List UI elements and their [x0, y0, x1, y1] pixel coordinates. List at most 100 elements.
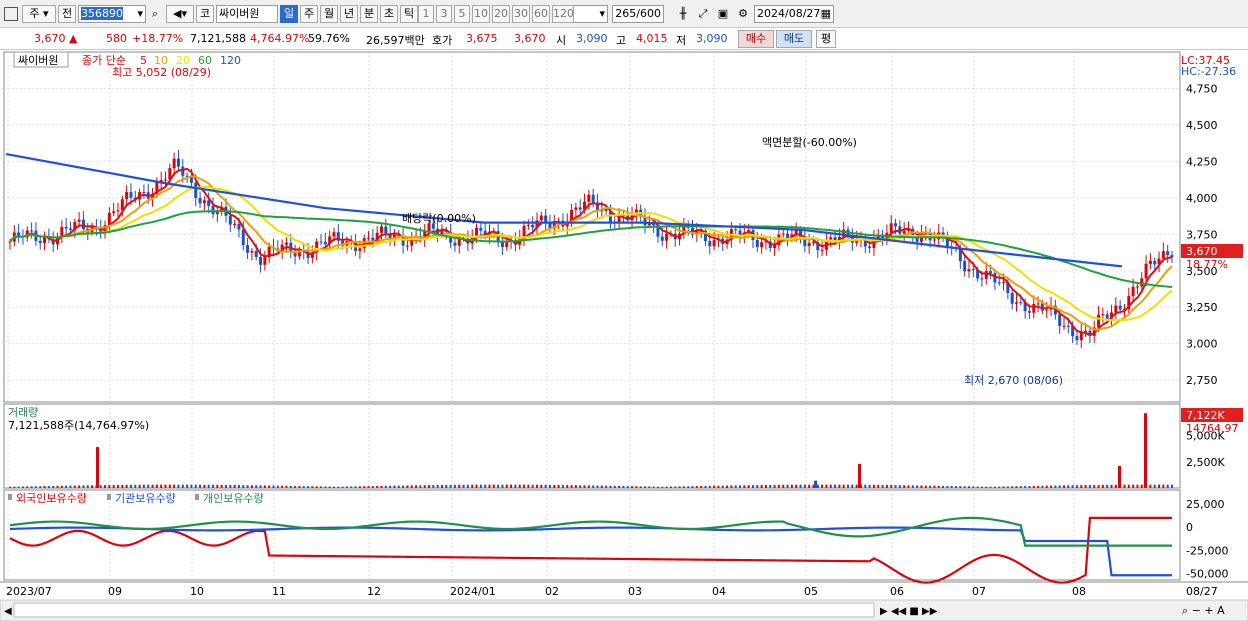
volume-bar	[803, 484, 806, 488]
volume-bar	[1088, 485, 1091, 488]
volume-bar	[1149, 484, 1152, 488]
volume-bar	[1050, 485, 1053, 488]
x-axis-label: 11	[272, 585, 286, 598]
date-field[interactable]: 2024/08/27 ▦	[754, 5, 834, 23]
prefix-button[interactable]: 전	[58, 5, 76, 23]
volume-pct: 4,764.97%	[250, 32, 310, 45]
interval-tab[interactable]: 5	[454, 5, 470, 23]
window-icon[interactable]	[4, 7, 18, 21]
volume-bar	[116, 484, 119, 488]
candle-body	[963, 261, 967, 272]
count-field[interactable]: 265/600	[612, 5, 664, 23]
buy-button[interactable]: 매수	[738, 30, 774, 48]
candle-body	[237, 224, 241, 230]
period-tab[interactable]: 틱	[400, 5, 418, 23]
volume-bar	[1123, 484, 1126, 488]
interval-tab[interactable]: 3	[436, 5, 452, 23]
volume-bar	[177, 484, 180, 488]
volume-bar	[916, 485, 919, 488]
volume-bar	[65, 485, 68, 488]
candle-body	[259, 256, 263, 265]
volume-bar	[203, 484, 206, 488]
volume-bar	[250, 485, 253, 488]
x-axis-label: 03	[628, 585, 642, 598]
volume-bar	[121, 484, 124, 488]
interval-select[interactable]: ▾	[570, 5, 608, 23]
volume-bar	[151, 484, 154, 488]
volume-bar	[91, 485, 94, 488]
volume-bar	[320, 486, 323, 488]
volume-bar	[138, 484, 141, 488]
candle-body	[1144, 263, 1148, 279]
candle-body	[198, 197, 202, 204]
volume-bar	[505, 484, 508, 488]
name-field[interactable]: 싸이버원	[216, 5, 278, 23]
speaker-button[interactable]: ◀▾	[166, 5, 194, 23]
candle-body	[211, 205, 215, 215]
market-select[interactable]: 주 ▾	[22, 5, 56, 23]
interval-tab[interactable]: 120	[552, 5, 574, 23]
volume-bar	[1093, 484, 1096, 488]
search-icon[interactable]: ⌕	[148, 7, 162, 21]
volume-bar	[263, 485, 266, 488]
type-button[interactable]: 코	[196, 5, 214, 23]
eval-button[interactable]: 평	[816, 30, 836, 48]
volume-bar	[155, 484, 158, 488]
volume-bar	[229, 484, 232, 488]
interval-tab[interactable]: 60	[532, 5, 550, 23]
x-axis-label: 2023/07	[6, 585, 52, 598]
code-input[interactable]: 356890 ▾	[78, 5, 146, 23]
interval-tab[interactable]: 30	[512, 5, 530, 23]
x-axis-label: 06	[890, 585, 904, 598]
candle-body	[319, 241, 323, 243]
interval-tab[interactable]: 20	[492, 5, 510, 23]
volume-bar	[566, 485, 569, 488]
interval-tab[interactable]: 1	[418, 5, 434, 23]
volume-bar	[285, 485, 288, 488]
candle-body	[1131, 286, 1135, 297]
volume-bar	[1101, 484, 1104, 488]
volume-bar	[1158, 484, 1161, 488]
candle-icon[interactable]: ╫	[676, 7, 690, 21]
candle-body	[112, 211, 116, 213]
gear-icon[interactable]: ⚙	[736, 7, 750, 21]
candle-body	[1027, 311, 1031, 313]
date-value: 2024/08/27	[757, 7, 821, 20]
volume-bar	[911, 485, 914, 488]
period-tab[interactable]: 분	[360, 5, 378, 23]
period-tab[interactable]: 주	[300, 5, 318, 23]
candle-body	[660, 236, 664, 241]
volume-bar	[903, 485, 906, 488]
chart-tool-icon[interactable]: ⤢	[696, 7, 710, 21]
volume-bar	[82, 485, 85, 488]
candle-body	[194, 182, 198, 198]
period-tab[interactable]: 일	[280, 5, 298, 23]
volume-bar	[527, 484, 530, 488]
candle-body	[1079, 332, 1083, 341]
amount-value: 26,597백만	[366, 34, 425, 47]
volume-bar	[449, 484, 452, 488]
candle-body	[1097, 314, 1101, 328]
period-tab[interactable]: 월	[320, 5, 338, 23]
volume-bar	[769, 484, 772, 488]
interval-tab[interactable]: 10	[472, 5, 490, 23]
volume-bar	[570, 485, 573, 488]
volume-bar	[1071, 485, 1074, 488]
save-icon[interactable]: ▣	[716, 7, 730, 21]
volume-bar	[514, 484, 517, 488]
x-axis-label: 10	[190, 585, 204, 598]
volume-bar	[592, 485, 595, 488]
volume-bar	[682, 486, 685, 488]
sell-button[interactable]: 매도	[776, 30, 812, 48]
volume-bar	[86, 485, 89, 488]
ask-value: 3,675	[466, 32, 498, 45]
period-tab[interactable]: 초	[380, 5, 398, 23]
period-tab[interactable]: 년	[340, 5, 358, 23]
volume-bar	[1058, 485, 1061, 488]
candle-body	[868, 246, 872, 249]
candle-body	[371, 237, 375, 241]
volume-bar	[233, 484, 236, 488]
volume-bar	[212, 484, 215, 488]
candle-body	[997, 282, 1001, 284]
volume-panel	[3, 403, 1181, 489]
